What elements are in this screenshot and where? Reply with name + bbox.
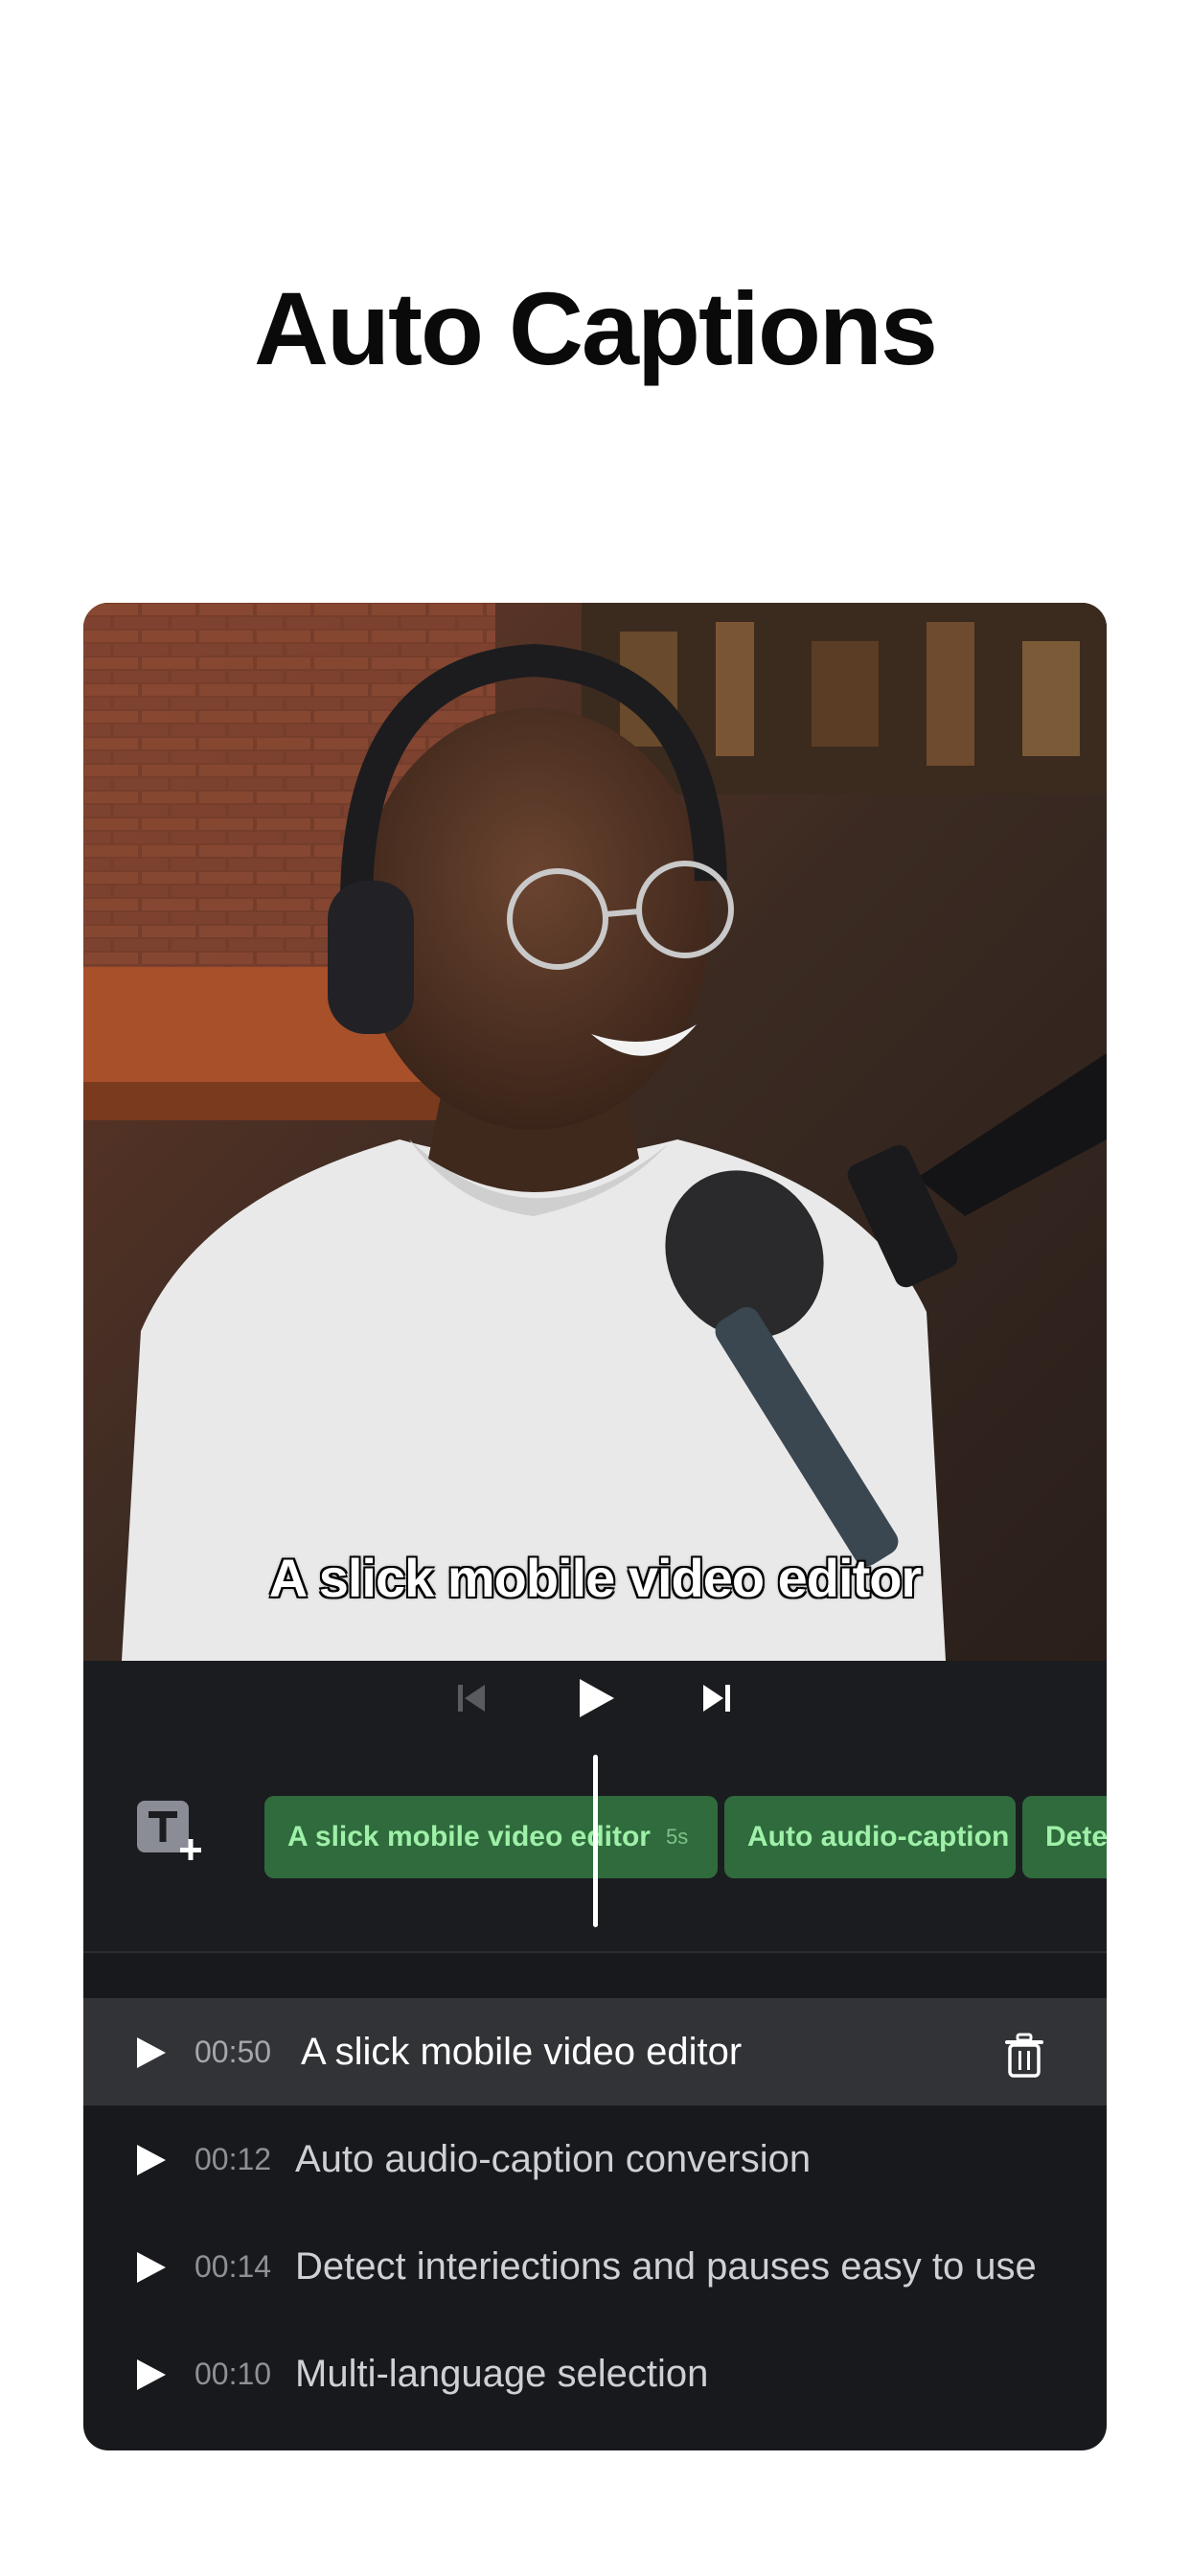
caption-text[interactable]: A slick mobile video editor	[301, 2031, 742, 2074]
video-frame-illustration	[83, 603, 1107, 1661]
caption-text[interactable]: Detect interiections and pauses easy to …	[295, 2245, 1037, 2288]
caption-text[interactable]: Auto audio-caption conversion	[295, 2138, 811, 2181]
video-preview[interactable]: A slick mobile video editor	[83, 603, 1107, 1661]
page-title: Auto Captions	[254, 270, 938, 386]
timeline-clip[interactable]: Auto audio-caption	[724, 1796, 1016, 1878]
caption-row[interactable]: 00:10 Multi-language selection	[83, 2320, 1107, 2427]
caption-time: 00:14	[195, 2248, 272, 2284]
trash-icon[interactable]	[1003, 2033, 1045, 2079]
play-icon[interactable]	[133, 2143, 168, 2177]
playhead[interactable]	[593, 1755, 598, 1927]
caption-time: 00:10	[195, 2356, 272, 2391]
play-icon[interactable]	[572, 1674, 620, 1722]
clip-duration: 5s	[665, 1825, 689, 1849]
caption-time: 00:12	[195, 2141, 272, 2176]
caption-row[interactable]: 00:12 Auto audio-caption conversion	[83, 2105, 1107, 2213]
editor-card: A slick mobile video editor A slick mobi	[83, 603, 1107, 2450]
play-icon[interactable]	[133, 2358, 168, 2392]
skip-next-icon[interactable]	[697, 1678, 737, 1718]
caption-row-active[interactable]: 00:50 A slick mobile video editor	[83, 1998, 1107, 2105]
caption-text[interactable]: Multi-language selection	[295, 2353, 708, 2396]
playback-controls	[83, 1661, 1107, 1736]
play-icon[interactable]	[133, 2036, 168, 2070]
timeline-clip[interactable]: Dete	[1022, 1796, 1107, 1878]
caption-overlay-text: A slick mobile video editor	[268, 1548, 922, 1608]
caption-row[interactable]: 00:14 Detect interiections and pauses ea…	[83, 2213, 1107, 2320]
skip-previous-icon[interactable]	[451, 1678, 492, 1718]
caption-time: 00:50	[195, 2034, 272, 2069]
caption-timeline: A slick mobile video editor 5s Auto audi…	[83, 1736, 1107, 1951]
clip-track: A slick mobile video editor 5s Auto audi…	[264, 1796, 1107, 1878]
clip-label: Auto audio-caption	[747, 1821, 1010, 1852]
timeline-clip[interactable]: A slick mobile video editor 5s	[264, 1796, 718, 1878]
clip-label: Dete	[1045, 1821, 1107, 1852]
divider	[83, 1951, 1107, 1953]
play-icon[interactable]	[133, 2250, 168, 2285]
add-text-icon[interactable]	[135, 1799, 208, 1866]
